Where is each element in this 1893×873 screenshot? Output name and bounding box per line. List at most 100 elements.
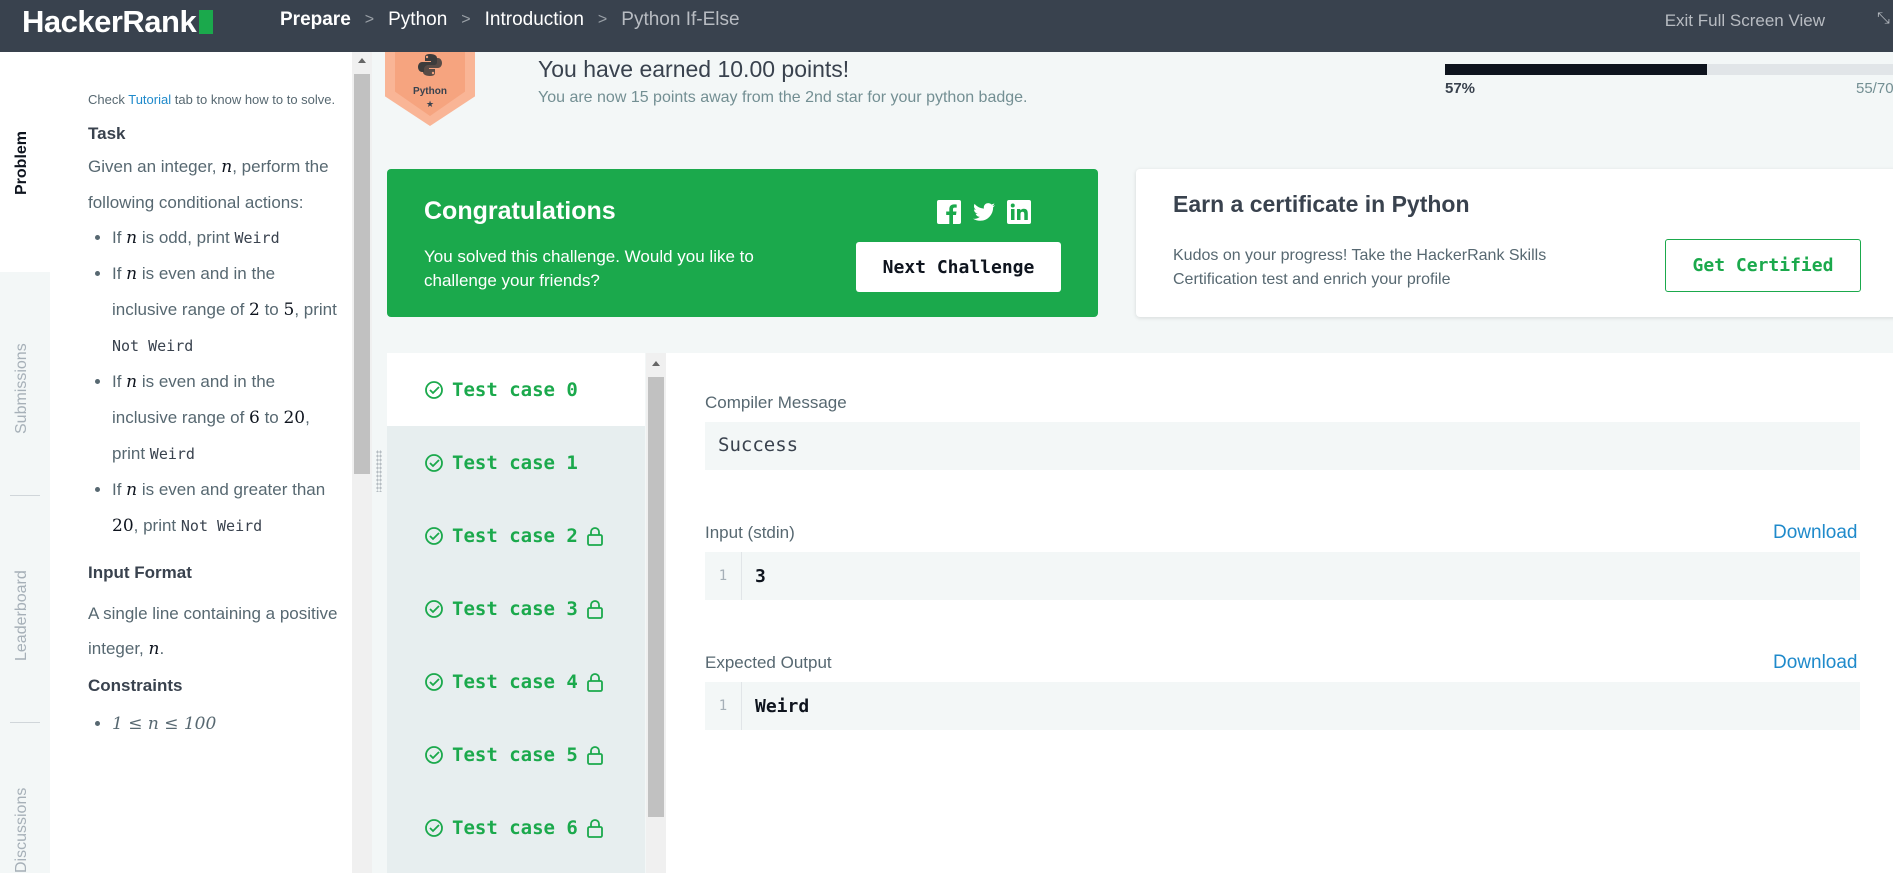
test-case-label: Test case 1 xyxy=(452,451,578,474)
test-case-list: Test case 0 Test case 1 Test case 2 Test… xyxy=(387,353,645,873)
rules-list: If n is odd, print Weird If n is even an… xyxy=(112,220,342,544)
tab-problem-label: Problem xyxy=(13,130,30,195)
test-case-0[interactable]: Test case 0 xyxy=(387,353,645,426)
get-certified-button[interactable]: Get Certified xyxy=(1665,239,1861,292)
check-circle-icon xyxy=(425,526,443,545)
star-icon: ★ xyxy=(425,99,435,109)
lock-icon xyxy=(586,818,603,838)
input-value: 3 xyxy=(755,565,766,587)
scroll-up-icon[interactable] xyxy=(652,361,660,366)
test-case-label: Test case 3 xyxy=(452,597,578,620)
progress-percent: 57% xyxy=(1445,80,1476,97)
certificate-title: Earn a certificate in Python xyxy=(1173,191,1470,217)
constraints-heading: Constraints xyxy=(88,676,183,695)
check-circle-icon xyxy=(425,453,443,472)
test-case-5[interactable]: Test case 5 xyxy=(387,718,645,791)
hackerrank-logo[interactable]: HackerRank xyxy=(22,4,214,40)
scroll-thumb[interactable] xyxy=(354,74,370,474)
expected-output-value: Weird xyxy=(755,695,810,717)
check-circle-icon xyxy=(425,818,443,837)
lock-icon xyxy=(586,599,603,619)
twitter-icon[interactable] xyxy=(971,199,997,225)
points-earned-subtitle: You are now 15 points away from the 2nd … xyxy=(538,89,1028,106)
python-icon xyxy=(416,52,444,84)
input-box: 1 3 xyxy=(705,552,1860,600)
breadcrumb-introduction[interactable]: Introduction xyxy=(485,9,584,31)
breadcrumb-prepare[interactable]: Prepare xyxy=(280,9,351,31)
check-circle-icon xyxy=(425,380,443,399)
progress-count: 55/70 xyxy=(1856,80,1893,97)
problem-scrollbar[interactable] xyxy=(352,52,372,873)
next-challenge-button[interactable]: Next Challenge xyxy=(856,242,1061,292)
logo-mark xyxy=(199,10,214,34)
check-circle-icon xyxy=(425,672,443,691)
scroll-thumb[interactable] xyxy=(648,377,664,817)
chevron-right-icon: > xyxy=(461,11,471,28)
test-case-4[interactable]: Test case 4 xyxy=(387,645,645,718)
test-case-3[interactable]: Test case 3 xyxy=(387,572,645,645)
tab-divider xyxy=(10,495,40,496)
collapse-icon[interactable]: ⤡ xyxy=(1877,10,1893,27)
vertical-tabs: Problem Submissions Leaderboard Discussi… xyxy=(0,52,50,873)
tutorial-hint: Check Tutorial tab to know how to to sol… xyxy=(88,92,336,107)
test-case-label: Test case 2 xyxy=(452,524,578,547)
breadcrumb-current: Python If-Else xyxy=(621,9,740,30)
chevron-right-icon: > xyxy=(597,11,608,28)
tab-leaderboard[interactable]: Leaderboard xyxy=(0,502,50,722)
list-item: If n is even and in the inclusive range … xyxy=(112,256,342,364)
input-format-text: A single line containing a positive inte… xyxy=(88,604,338,659)
breadcrumb-python[interactable]: Python xyxy=(388,9,447,31)
scroll-up-icon[interactable] xyxy=(358,58,366,63)
tab-divider xyxy=(10,722,40,723)
check-circle-icon xyxy=(425,599,443,618)
lock-icon xyxy=(586,672,603,692)
tutorial-link[interactable]: Tutorial xyxy=(128,92,171,107)
lock-icon xyxy=(586,745,603,765)
tab-problem[interactable]: Problem xyxy=(0,52,50,272)
compiler-message-label: Compiler Message xyxy=(705,393,847,412)
compiler-message: Success xyxy=(705,422,1860,470)
tab-submissions-label: Submissions xyxy=(13,343,30,434)
certificate-card: Earn a certificate in Python Kudos on yo… xyxy=(1136,169,1893,317)
tab-discussions-label: Discussions xyxy=(13,787,30,873)
test-case-scrollbar[interactable] xyxy=(646,353,666,873)
task-text: Given an integer, n, perform the followi… xyxy=(88,157,329,212)
exit-fullscreen-link[interactable]: Exit Full Screen View xyxy=(1665,11,1825,31)
congrats-title: Congratulations xyxy=(424,197,616,225)
input-label: Input (stdin) xyxy=(705,523,795,542)
input-download-link[interactable]: Download xyxy=(1773,522,1858,544)
tab-leaderboard-label: Leaderboard xyxy=(13,570,30,661)
test-case-6[interactable]: Test case 6 xyxy=(387,791,645,864)
check-circle-icon xyxy=(425,745,443,764)
facebook-icon[interactable] xyxy=(936,199,962,225)
linkedin-icon[interactable] xyxy=(1006,199,1032,225)
expected-output-label: Expected Output xyxy=(705,653,832,672)
badge-label: Python xyxy=(413,86,447,97)
test-case-label: Test case 0 xyxy=(452,378,578,401)
lock-icon xyxy=(586,526,603,546)
breadcrumb: Prepare > Python > Introduction > Python… xyxy=(280,9,740,31)
progress-fill xyxy=(1445,64,1708,75)
tab-submissions[interactable]: Submissions xyxy=(0,272,50,492)
certificate-text: Kudos on your progress! Take the HackerR… xyxy=(1173,247,1547,288)
expected-download-link[interactable]: Download xyxy=(1773,652,1858,674)
test-case-detail: Compiler Message Success Input (stdin) D… xyxy=(666,353,1893,873)
resize-handle[interactable] xyxy=(376,450,382,492)
test-case-label: Test case 5 xyxy=(452,743,578,766)
congrats-card: Congratulations You solved this challeng… xyxy=(387,169,1098,317)
line-number: 1 xyxy=(705,552,742,600)
list-item: If n is even and greater than 20, print … xyxy=(112,472,342,544)
constraints-list: 1 ≤ n ≤ 100 xyxy=(112,707,342,742)
test-case-2[interactable]: Test case 2 xyxy=(387,499,645,572)
points-earned-title: You have earned 10.00 points! xyxy=(538,56,850,82)
tab-discussions[interactable]: Discussions xyxy=(0,732,50,873)
task-heading: Task xyxy=(88,124,126,143)
list-item: 1 ≤ n ≤ 100 xyxy=(112,707,342,742)
list-item: If n is odd, print Weird xyxy=(112,220,342,256)
test-case-label: Test case 6 xyxy=(452,816,578,839)
test-case-1[interactable]: Test case 1 xyxy=(387,426,645,499)
list-item: If n is even and in the inclusive range … xyxy=(112,364,342,472)
badge-progress-bar xyxy=(1445,64,1893,75)
line-number: 1 xyxy=(705,682,742,730)
problem-statement: Check Tutorial tab to know how to to sol… xyxy=(50,52,352,873)
